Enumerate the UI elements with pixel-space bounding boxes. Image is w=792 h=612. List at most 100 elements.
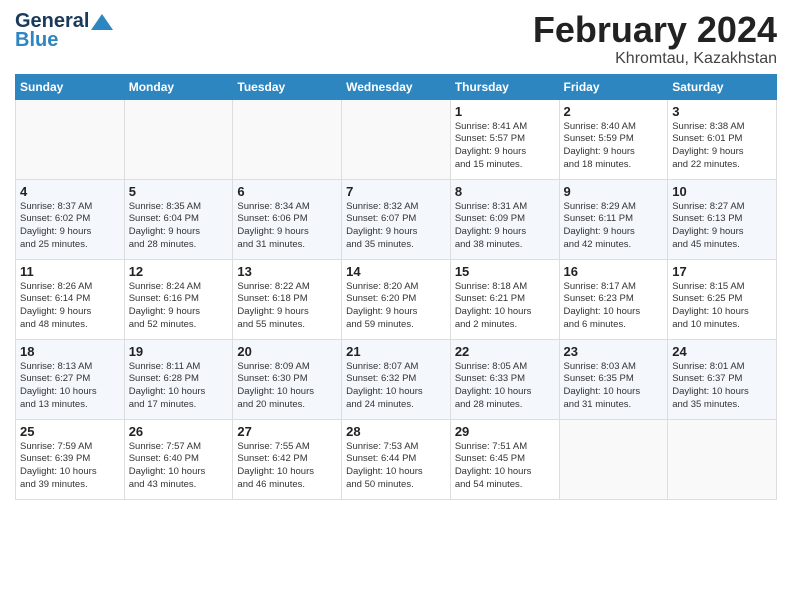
page-container: General Blue February 2024 Khromtau, Kaz… bbox=[0, 0, 792, 505]
day-info: Sunrise: 8:34 AM Sunset: 6:06 PM Dayligh… bbox=[237, 201, 337, 252]
weekday-header-thursday: Thursday bbox=[450, 74, 559, 99]
day-info: Sunrise: 8:29 AM Sunset: 6:11 PM Dayligh… bbox=[564, 201, 664, 252]
day-info: Sunrise: 8:18 AM Sunset: 6:21 PM Dayligh… bbox=[455, 281, 555, 332]
day-number: 27 bbox=[237, 424, 337, 439]
logo: General Blue bbox=[15, 10, 113, 52]
title-block: February 2024 Khromtau, Kazakhstan bbox=[533, 10, 777, 68]
calendar-cell: 11 Sunrise: 8:26 AM Sunset: 6:14 PM Dayli… bbox=[16, 259, 125, 339]
calendar-cell bbox=[16, 99, 125, 179]
calendar-cell: 20 Sunrise: 8:09 AM Sunset: 6:30 PM Dayli… bbox=[233, 339, 342, 419]
day-number: 8 bbox=[455, 184, 555, 199]
day-number: 21 bbox=[346, 344, 446, 359]
calendar-cell: 15 Sunrise: 8:18 AM Sunset: 6:21 PM Dayli… bbox=[450, 259, 559, 339]
calendar-cell: 7Sunrise: 8:32 AM Sunset: 6:07 PM Daylig… bbox=[342, 179, 451, 259]
day-number: 7 bbox=[346, 184, 446, 199]
day-number: 17 bbox=[672, 264, 772, 279]
day-number: 29 bbox=[455, 424, 555, 439]
calendar-table: SundayMondayTuesdayWednesdayThursdayFrid… bbox=[15, 74, 777, 500]
calendar-cell bbox=[233, 99, 342, 179]
logo-icon bbox=[91, 14, 113, 30]
calendar-week-row: 18Sunrise: 8:13 AM Sunset: 6:27 PM Dayli… bbox=[16, 339, 777, 419]
calendar-cell: 28 Sunrise: 7:53 AM Sunset: 6:44 PM Dayli… bbox=[342, 419, 451, 499]
day-number: 18 bbox=[20, 344, 120, 359]
day-info: Sunrise: 8:35 AM Sunset: 6:04 PM Dayligh… bbox=[129, 201, 229, 252]
header: General Blue February 2024 Khromtau, Kaz… bbox=[15, 10, 777, 68]
day-number: 28 bbox=[346, 424, 446, 439]
calendar-cell: 24 Sunrise: 8:01 AM Sunset: 6:37 PM Dayli… bbox=[668, 339, 777, 419]
day-number: 11 bbox=[20, 264, 120, 279]
day-number: 1 bbox=[455, 104, 555, 119]
calendar-cell: 18Sunrise: 8:13 AM Sunset: 6:27 PM Dayli… bbox=[16, 339, 125, 419]
calendar-cell bbox=[124, 99, 233, 179]
day-info: Sunrise: 8:03 AM Sunset: 6:35 PM Dayligh… bbox=[564, 361, 664, 412]
day-number: 23 bbox=[564, 344, 664, 359]
calendar-week-row: 1 Sunrise: 8:41 AM Sunset: 5:57 PM Daylig… bbox=[16, 99, 777, 179]
calendar-cell: 29 Sunrise: 7:51 AM Sunset: 6:45 PM Dayli… bbox=[450, 419, 559, 499]
day-number: 15 bbox=[455, 264, 555, 279]
calendar-cell: 16Sunrise: 8:17 AM Sunset: 6:23 PM Dayli… bbox=[559, 259, 668, 339]
calendar-cell bbox=[668, 419, 777, 499]
calendar-cell: 6 Sunrise: 8:34 AM Sunset: 6:06 PM Daylig… bbox=[233, 179, 342, 259]
day-info: Sunrise: 7:57 AM Sunset: 6:40 PM Dayligh… bbox=[129, 441, 229, 492]
calendar-cell: 4 Sunrise: 8:37 AM Sunset: 6:02 PM Daylig… bbox=[16, 179, 125, 259]
calendar-week-row: 25 Sunrise: 7:59 AM Sunset: 6:39 PM Dayli… bbox=[16, 419, 777, 499]
day-info: Sunrise: 8:17 AM Sunset: 6:23 PM Dayligh… bbox=[564, 281, 664, 332]
day-number: 24 bbox=[672, 344, 772, 359]
subtitle: Khromtau, Kazakhstan bbox=[533, 50, 777, 68]
weekday-header-row: SundayMondayTuesdayWednesdayThursdayFrid… bbox=[16, 74, 777, 99]
day-number: 4 bbox=[20, 184, 120, 199]
day-number: 6 bbox=[237, 184, 337, 199]
calendar-cell bbox=[559, 419, 668, 499]
day-number: 22 bbox=[455, 344, 555, 359]
day-info: Sunrise: 8:20 AM Sunset: 6:20 PM Dayligh… bbox=[346, 281, 446, 332]
day-info: Sunrise: 8:09 AM Sunset: 6:30 PM Dayligh… bbox=[237, 361, 337, 412]
calendar-week-row: 4 Sunrise: 8:37 AM Sunset: 6:02 PM Daylig… bbox=[16, 179, 777, 259]
day-info: Sunrise: 8:24 AM Sunset: 6:16 PM Dayligh… bbox=[129, 281, 229, 332]
weekday-header-saturday: Saturday bbox=[668, 74, 777, 99]
logo-blue: Blue bbox=[15, 29, 58, 52]
day-info: Sunrise: 8:11 AM Sunset: 6:28 PM Dayligh… bbox=[129, 361, 229, 412]
day-info: Sunrise: 7:59 AM Sunset: 6:39 PM Dayligh… bbox=[20, 441, 120, 492]
calendar-cell bbox=[342, 99, 451, 179]
calendar-cell: 17Sunrise: 8:15 AM Sunset: 6:25 PM Dayli… bbox=[668, 259, 777, 339]
day-info: Sunrise: 8:26 AM Sunset: 6:14 PM Dayligh… bbox=[20, 281, 120, 332]
calendar-cell: 3Sunrise: 8:38 AM Sunset: 6:01 PM Daylig… bbox=[668, 99, 777, 179]
calendar-cell: 13 Sunrise: 8:22 AM Sunset: 6:18 PM Dayli… bbox=[233, 259, 342, 339]
day-info: Sunrise: 7:53 AM Sunset: 6:44 PM Dayligh… bbox=[346, 441, 446, 492]
weekday-header-monday: Monday bbox=[124, 74, 233, 99]
day-number: 25 bbox=[20, 424, 120, 439]
day-info: Sunrise: 8:31 AM Sunset: 6:09 PM Dayligh… bbox=[455, 201, 555, 252]
day-info: Sunrise: 8:22 AM Sunset: 6:18 PM Dayligh… bbox=[237, 281, 337, 332]
day-number: 10 bbox=[672, 184, 772, 199]
calendar-cell: 2 Sunrise: 8:40 AM Sunset: 5:59 PM Daylig… bbox=[559, 99, 668, 179]
calendar-cell: 23 Sunrise: 8:03 AM Sunset: 6:35 PM Dayli… bbox=[559, 339, 668, 419]
day-number: 3 bbox=[672, 104, 772, 119]
calendar-cell: 14Sunrise: 8:20 AM Sunset: 6:20 PM Dayli… bbox=[342, 259, 451, 339]
calendar-cell: 22 Sunrise: 8:05 AM Sunset: 6:33 PM Dayli… bbox=[450, 339, 559, 419]
calendar-cell: 10Sunrise: 8:27 AM Sunset: 6:13 PM Dayli… bbox=[668, 179, 777, 259]
calendar-cell: 25 Sunrise: 7:59 AM Sunset: 6:39 PM Dayli… bbox=[16, 419, 125, 499]
day-info: Sunrise: 8:05 AM Sunset: 6:33 PM Dayligh… bbox=[455, 361, 555, 412]
day-info: Sunrise: 8:40 AM Sunset: 5:59 PM Dayligh… bbox=[564, 121, 664, 172]
day-info: Sunrise: 8:37 AM Sunset: 6:02 PM Dayligh… bbox=[20, 201, 120, 252]
day-number: 5 bbox=[129, 184, 229, 199]
day-number: 9 bbox=[564, 184, 664, 199]
calendar-week-row: 11 Sunrise: 8:26 AM Sunset: 6:14 PM Dayli… bbox=[16, 259, 777, 339]
calendar-cell: 19Sunrise: 8:11 AM Sunset: 6:28 PM Dayli… bbox=[124, 339, 233, 419]
day-number: 20 bbox=[237, 344, 337, 359]
day-info: Sunrise: 8:07 AM Sunset: 6:32 PM Dayligh… bbox=[346, 361, 446, 412]
calendar-cell: 12 Sunrise: 8:24 AM Sunset: 6:16 PM Dayli… bbox=[124, 259, 233, 339]
day-number: 2 bbox=[564, 104, 664, 119]
calendar-cell: 5 Sunrise: 8:35 AM Sunset: 6:04 PM Daylig… bbox=[124, 179, 233, 259]
calendar-cell: 27Sunrise: 7:55 AM Sunset: 6:42 PM Dayli… bbox=[233, 419, 342, 499]
day-number: 12 bbox=[129, 264, 229, 279]
weekday-header-wednesday: Wednesday bbox=[342, 74, 451, 99]
calendar-cell: 8 Sunrise: 8:31 AM Sunset: 6:09 PM Daylig… bbox=[450, 179, 559, 259]
day-info: Sunrise: 7:51 AM Sunset: 6:45 PM Dayligh… bbox=[455, 441, 555, 492]
weekday-header-tuesday: Tuesday bbox=[233, 74, 342, 99]
day-info: Sunrise: 8:01 AM Sunset: 6:37 PM Dayligh… bbox=[672, 361, 772, 412]
day-number: 26 bbox=[129, 424, 229, 439]
day-number: 13 bbox=[237, 264, 337, 279]
day-info: Sunrise: 8:41 AM Sunset: 5:57 PM Dayligh… bbox=[455, 121, 555, 172]
calendar-cell: 26 Sunrise: 7:57 AM Sunset: 6:40 PM Dayli… bbox=[124, 419, 233, 499]
